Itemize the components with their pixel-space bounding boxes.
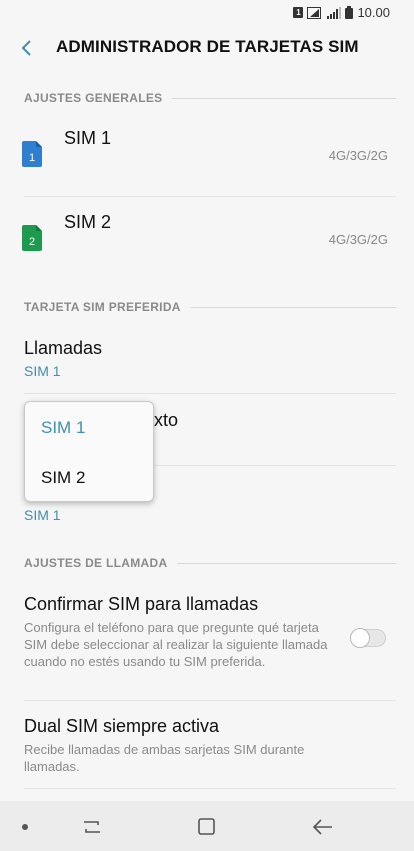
- sim-1-row[interactable]: 1 SIM 1 4G/3G/2G: [0, 112, 414, 196]
- confirm-sim-title: Confirmar SIM para llamadas: [24, 594, 259, 614]
- section-header-general: AJUSTES GENERALES: [24, 88, 396, 108]
- calls-preference-row[interactable]: Llamadas SIM 1: [0, 322, 414, 392]
- confirm-sim-toggle[interactable]: [350, 628, 386, 648]
- navigation-bar: [0, 801, 414, 851]
- popup-option-sim-1[interactable]: SIM 1: [41, 418, 85, 438]
- section-divider: [190, 306, 396, 308]
- sim-2-number: 2: [29, 236, 35, 248]
- section-header-call: AJUSTES DE LLAMADA: [24, 553, 396, 573]
- back-button[interactable]: [14, 33, 42, 63]
- home-icon[interactable]: [196, 817, 218, 837]
- section-divider: [177, 562, 396, 564]
- section-label-call: AJUSTES DE LLAMADA: [24, 556, 168, 570]
- sim-badge: 1: [293, 7, 304, 18]
- status-bar: 1 10.00: [0, 0, 414, 24]
- back-icon[interactable]: [311, 817, 335, 837]
- sim-1-network: 4G/3G/2G: [328, 148, 388, 163]
- sim-2-name: SIM 2: [64, 212, 112, 232]
- dual-sim-description: Recibe llamadas de ambas sarjetas SIM du…: [24, 742, 305, 774]
- dual-sim-row[interactable]: Dual SIM siempre activa Recibe llamadas …: [0, 701, 414, 786]
- signal-strength-icon: [327, 6, 342, 19]
- toggle-knob: [350, 628, 370, 648]
- section-divider: [172, 97, 396, 99]
- sim-1-number: 1: [29, 152, 35, 164]
- status-icons: 1 10.00: [293, 5, 390, 20]
- section-header-preferred: TARJETA SIM PREFERIDA: [24, 297, 396, 317]
- calls-preference-label: Llamadas: [24, 338, 103, 358]
- signal-icon: [307, 6, 322, 19]
- sim-card-1-icon: 1: [22, 141, 42, 172]
- data-preference-value: SIM 1: [24, 507, 61, 523]
- section-label-general: AJUSTES GENERALES: [24, 91, 163, 105]
- sim-card-2-icon: 2: [22, 225, 42, 256]
- chevron-left-icon: [21, 40, 31, 56]
- popup-option-sim-2[interactable]: SIM 2: [41, 468, 85, 488]
- sim-2-network: 4G/3G/2G: [328, 232, 388, 247]
- recent-apps-icon[interactable]: [81, 817, 103, 837]
- row-divider: [24, 788, 396, 789]
- confirm-sim-description: Configura el teléfono para que pregunte …: [24, 620, 328, 669]
- sim-1-name: SIM 1: [64, 128, 112, 148]
- section-label-preferred: TARJETA SIM PREFERIDA: [24, 300, 181, 314]
- text-preference-label-partial: xto: [154, 410, 179, 430]
- app-bar: ADMINISTRADOR DE TARJETAS SIM: [0, 24, 414, 72]
- battery-icon: [345, 6, 354, 19]
- calls-preference-value: SIM 1: [24, 363, 61, 379]
- sim-selection-popup: SIM 1 SIM 2: [24, 401, 154, 502]
- dual-sim-title: Dual SIM siempre activa: [24, 716, 220, 736]
- sim-2-row[interactable]: 2 SIM 2 4G/3G/2G: [0, 197, 414, 282]
- dot-indicator-icon: [22, 824, 28, 830]
- page-title: ADMINISTRADOR DE TARJETAS SIM: [56, 37, 359, 56]
- status-time: 10.00: [357, 5, 390, 20]
